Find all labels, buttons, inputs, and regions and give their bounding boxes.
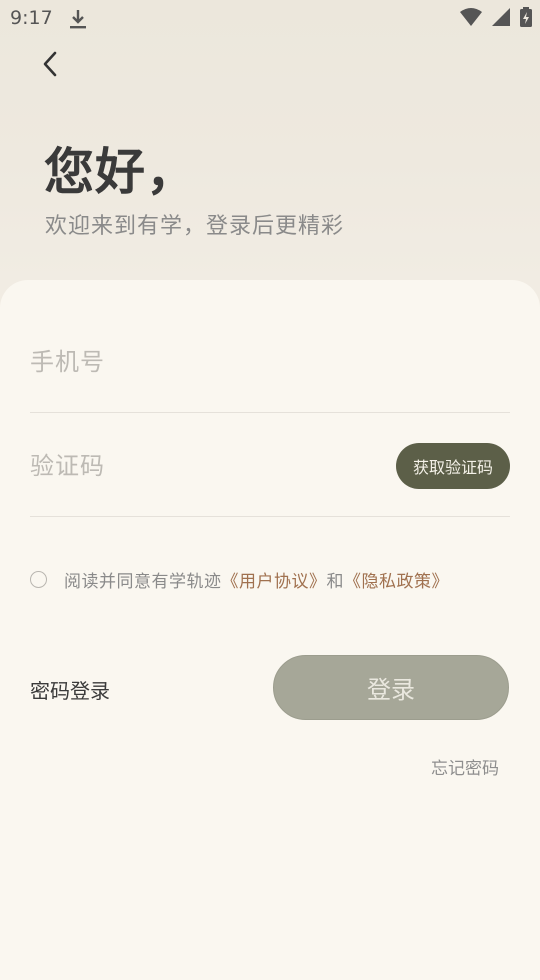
agreement-row: 阅读并同意有学轨迹《用户协议》和《隐私政策》 [30, 567, 449, 592]
phone-input-placeholder[interactable]: 手机号 [30, 342, 510, 377]
wifi-icon [460, 8, 482, 30]
status-bar: 9:17 [0, 0, 540, 38]
agreement-prefix: 阅读并同意有学轨迹 [64, 572, 222, 592]
greeting-subtitle: 欢迎来到有学，登录后更精彩 [45, 214, 345, 239]
agreement-checkbox[interactable] [30, 571, 47, 588]
chevron-left-icon[interactable] [41, 50, 59, 82]
status-time: 9:17 [10, 7, 53, 29]
get-code-button[interactable]: 获取验证码 [396, 443, 510, 489]
password-login-link[interactable]: 密码登录 [30, 675, 110, 704]
phone-divider [30, 412, 510, 413]
download-icon [68, 8, 88, 34]
greeting-title: 您好， [44, 143, 197, 201]
user-agreement-link[interactable]: 《用户协议》 [222, 572, 327, 592]
privacy-policy-link[interactable]: 《隐私政策》 [344, 572, 449, 592]
signal-icon [492, 8, 510, 30]
phone-field[interactable]: 手机号 [30, 342, 510, 414]
login-button[interactable]: 登录 [273, 655, 509, 720]
battery-icon [520, 7, 532, 31]
agreement-text: 阅读并同意有学轨迹《用户协议》和《隐私政策》 [64, 567, 449, 592]
status-icons [460, 7, 532, 31]
back-button[interactable] [30, 46, 70, 86]
forgot-password-link[interactable]: 忘记密码 [431, 754, 499, 779]
code-divider [30, 516, 510, 517]
agreement-conjunction: 和 [326, 572, 344, 592]
